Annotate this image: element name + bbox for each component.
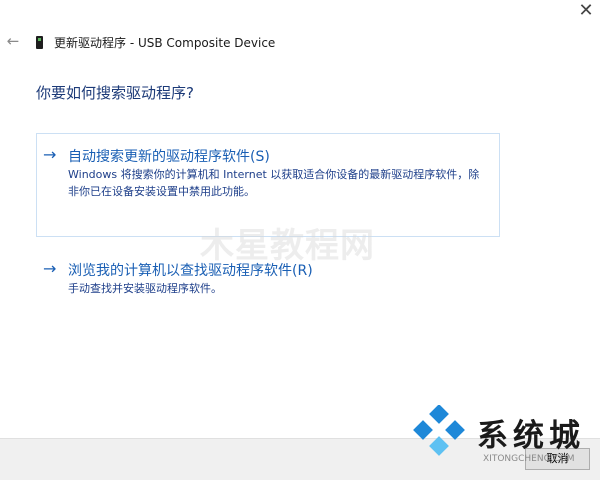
window-title: 更新驱动程序 - USB Composite Device — [54, 36, 276, 50]
option-description: 手动查找并安装驱动程序软件。 — [68, 282, 222, 295]
logo-text: 系统城 — [477, 418, 585, 454]
option-title[interactable]: 自动搜索更新的驱动程序软件(S) — [68, 146, 270, 166]
right-arrow-icon: → — [43, 259, 57, 278]
close-icon[interactable]: ✕ — [572, 0, 600, 24]
title-bar: ← ✕ 更新驱动程序 - USB Composite Device — [0, 0, 600, 60]
right-arrow-icon: → — [43, 145, 57, 164]
logo-url: XITONGCHENG.COM — [483, 454, 575, 464]
usb-device-icon — [36, 36, 43, 49]
option-description: Windows 将搜索你的计算机和 Internet 以获取适合你设备的最新驱动… — [68, 168, 480, 198]
page-heading: 你要如何搜索驱动程序? — [36, 84, 194, 102]
back-arrow-icon[interactable]: ← — [4, 32, 22, 50]
watermark-text: 木星教程网 — [200, 226, 375, 266]
diamond-logo-icon — [413, 405, 465, 456]
